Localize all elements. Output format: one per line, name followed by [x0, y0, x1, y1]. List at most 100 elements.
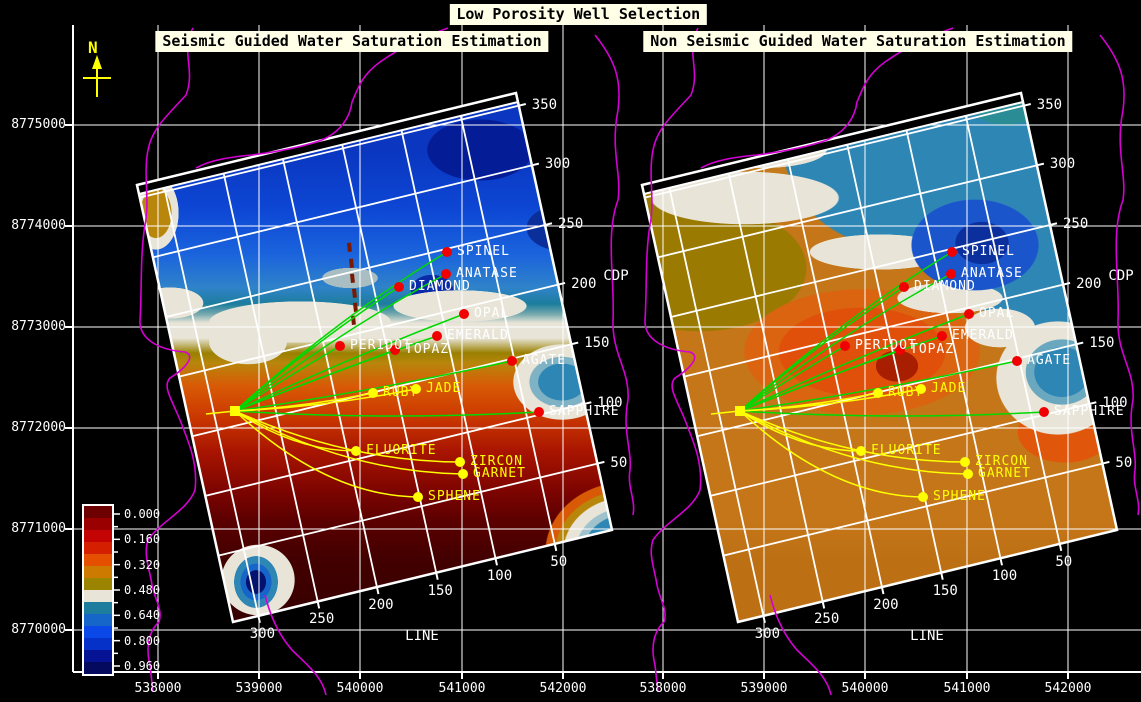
well-label-opal: OPAL [979, 307, 1014, 321]
colorbar-swatch [84, 566, 112, 578]
well-label-agate: AGATE [522, 354, 566, 368]
line-axis-title: LINE [910, 629, 944, 644]
colorbar-swatch [84, 626, 112, 638]
line-axis-title: LINE [405, 629, 439, 644]
well-label-peridot: PERIDOT [855, 339, 917, 353]
colorbar-tick-label: 0.320 [124, 559, 160, 571]
survey-cdp-tick [558, 283, 565, 285]
colorbar-tick-label: 0.640 [124, 609, 160, 621]
survey-line-tick [555, 544, 557, 551]
cdp-axis-label: 200 [1076, 277, 1101, 292]
x-axis-label: 539000 [236, 682, 283, 696]
colorbar-swatch [84, 554, 112, 566]
colorbar-swatch [84, 602, 112, 614]
cdp-axis-label: 300 [545, 157, 570, 172]
panel-title-non-seismic: Non Seismic Guided Water Saturation Esti… [643, 31, 1072, 52]
line-axis-label: 50 [550, 555, 567, 570]
line-axis-label: 300 [250, 627, 275, 642]
well-label-jade: JADE [931, 382, 966, 396]
survey-cdp-tick [1037, 164, 1044, 166]
colorbar-swatch [84, 542, 112, 554]
survey-cdp-tick [1050, 223, 1057, 225]
survey-cdp-tick [1024, 104, 1031, 106]
well-label-spinel: SPINEL [962, 245, 1015, 259]
well-label-peridot: PERIDOT [350, 339, 412, 353]
x-axis-label: 540000 [842, 682, 889, 696]
well-label-garnet: GARNET [978, 467, 1031, 481]
cdp-axis-label: 200 [571, 277, 596, 292]
cdp-axis-label: 150 [1089, 336, 1114, 351]
y-axis-label: 8772000 [0, 421, 66, 435]
x-axis-label: 541000 [439, 682, 486, 696]
survey-line-tick [823, 601, 825, 608]
survey-line-tick [941, 573, 943, 580]
colorbar-swatch [84, 506, 112, 518]
well-label-fluorite: FLUORITE [871, 444, 942, 458]
colorbar-tick-label: 0.480 [124, 584, 160, 596]
cdp-axis-label: 150 [584, 336, 609, 351]
colorbar-tick-label: 0.800 [124, 635, 160, 647]
cdp-axis-label: 250 [558, 217, 583, 232]
well-label-diamond: DIAMOND [914, 280, 976, 294]
line-axis-label: 100 [992, 569, 1017, 584]
survey-cdp-tick [1102, 462, 1109, 464]
saturation-colorbar [82, 504, 114, 676]
colorbar-tick-label: 0.960 [124, 660, 160, 672]
well-label-topaz: TOPAZ [405, 343, 449, 357]
colorbar-swatch [84, 530, 112, 542]
survey-cdp-tick [545, 223, 552, 225]
x-axis-label: 538000 [135, 682, 182, 696]
well-label-jade: JADE [426, 382, 461, 396]
panel-title-seismic: Seismic Guided Water Saturation Estimati… [155, 31, 548, 52]
well-label-sphene: SPHENE [428, 490, 481, 504]
north-arrow-label: N [88, 38, 98, 57]
survey-line-tick [377, 587, 379, 594]
well-label-fluorite: FLUORITE [366, 444, 437, 458]
y-axis-label: 8771000 [0, 522, 66, 536]
colorbar-swatch [84, 662, 112, 674]
colorbar-tick-label: 0.160 [124, 533, 160, 545]
survey-line-tick [763, 616, 765, 623]
well-label-emerald: EMERALD [447, 329, 509, 343]
line-axis-label: 50 [1055, 555, 1072, 570]
colorbar-tick-label: 0.000 [124, 508, 160, 520]
cdp-axis-label: 350 [532, 98, 557, 113]
x-axis-label: 542000 [1045, 682, 1092, 696]
x-axis-label: 538000 [640, 682, 687, 696]
well-label-sapphire: SAPPHIRE [549, 405, 620, 419]
line-axis-label: 300 [755, 627, 780, 642]
survey-line-tick [1000, 558, 1002, 565]
cdp-axis-title: CDP [1108, 269, 1133, 284]
cdp-axis-label: 50 [1115, 456, 1132, 471]
well-label-ruby: RUBY [383, 386, 418, 400]
cdp-axis-label: 250 [1063, 217, 1088, 232]
x-axis-label: 541000 [944, 682, 991, 696]
survey-line-tick [495, 558, 497, 565]
colorbar-swatch [84, 614, 112, 626]
well-label-sapphire: SAPPHIRE [1054, 405, 1125, 419]
well-label-emerald: EMERALD [952, 329, 1014, 343]
survey-line-tick [258, 616, 260, 623]
survey-cdp-tick [571, 343, 578, 345]
figure-canvas: 8775000877400087730008772000877100087700… [0, 0, 1141, 702]
north-arrow-icon [92, 55, 102, 69]
survey-cdp-tick [597, 462, 604, 464]
y-axis-label: 8775000 [0, 118, 66, 132]
line-axis-label: 100 [487, 569, 512, 584]
cdp-axis-title: CDP [603, 269, 628, 284]
colorbar-swatch [84, 518, 112, 530]
line-axis-label: 150 [933, 584, 958, 599]
well-label-opal: OPAL [474, 307, 509, 321]
well-label-sphene: SPHENE [933, 490, 986, 504]
well-label-garnet: GARNET [473, 467, 526, 481]
line-axis-label: 250 [814, 612, 839, 627]
survey-line-tick [882, 587, 884, 594]
x-axis-label: 542000 [540, 682, 587, 696]
colorbar-swatch [84, 638, 112, 650]
line-axis-label: 200 [368, 598, 393, 613]
survey-line-tick [318, 601, 320, 608]
line-axis-label: 200 [873, 598, 898, 613]
cdp-axis-label: 300 [1050, 157, 1075, 172]
survey-cdp-tick [532, 164, 539, 166]
well-label-agate: AGATE [1027, 354, 1071, 368]
